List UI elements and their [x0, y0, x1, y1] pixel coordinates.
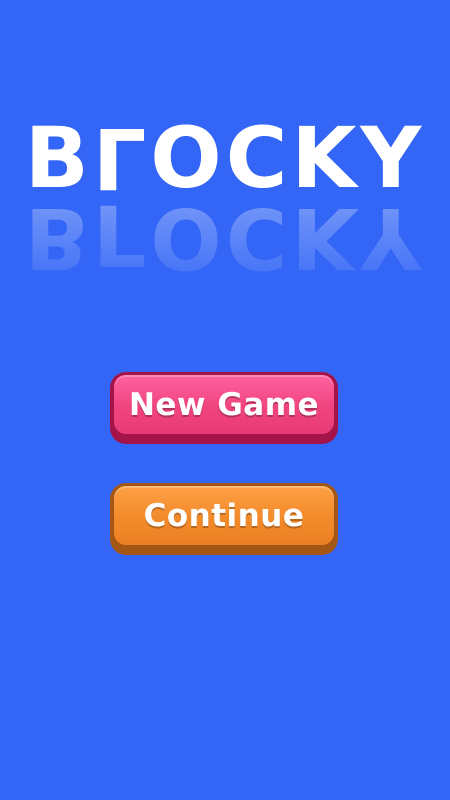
logo-letters-ocky: OCKY — [150, 109, 426, 207]
reflection-letters-ocky: OCKY — [150, 189, 426, 287]
new-game-button-label: New Game — [114, 375, 334, 434]
logo-title: BLOCKY — [0, 109, 450, 207]
continue-button[interactable]: Continue — [110, 483, 338, 555]
logo-reflection: BLOCKY — [0, 189, 450, 287]
new-game-button[interactable]: New Game — [110, 372, 338, 444]
continue-button-label: Continue — [114, 486, 334, 545]
game-logo: BLOCKY BLOCKY — [0, 109, 450, 287]
reflection-letter-b: B — [24, 189, 93, 287]
logo-flipped-letter: L — [92, 109, 151, 207]
logo-letter-b: B — [24, 109, 93, 207]
reflection-flipped-letter: L — [92, 189, 151, 287]
title-screen: BLOCKY BLOCKY New Game Continue — [0, 0, 450, 800]
